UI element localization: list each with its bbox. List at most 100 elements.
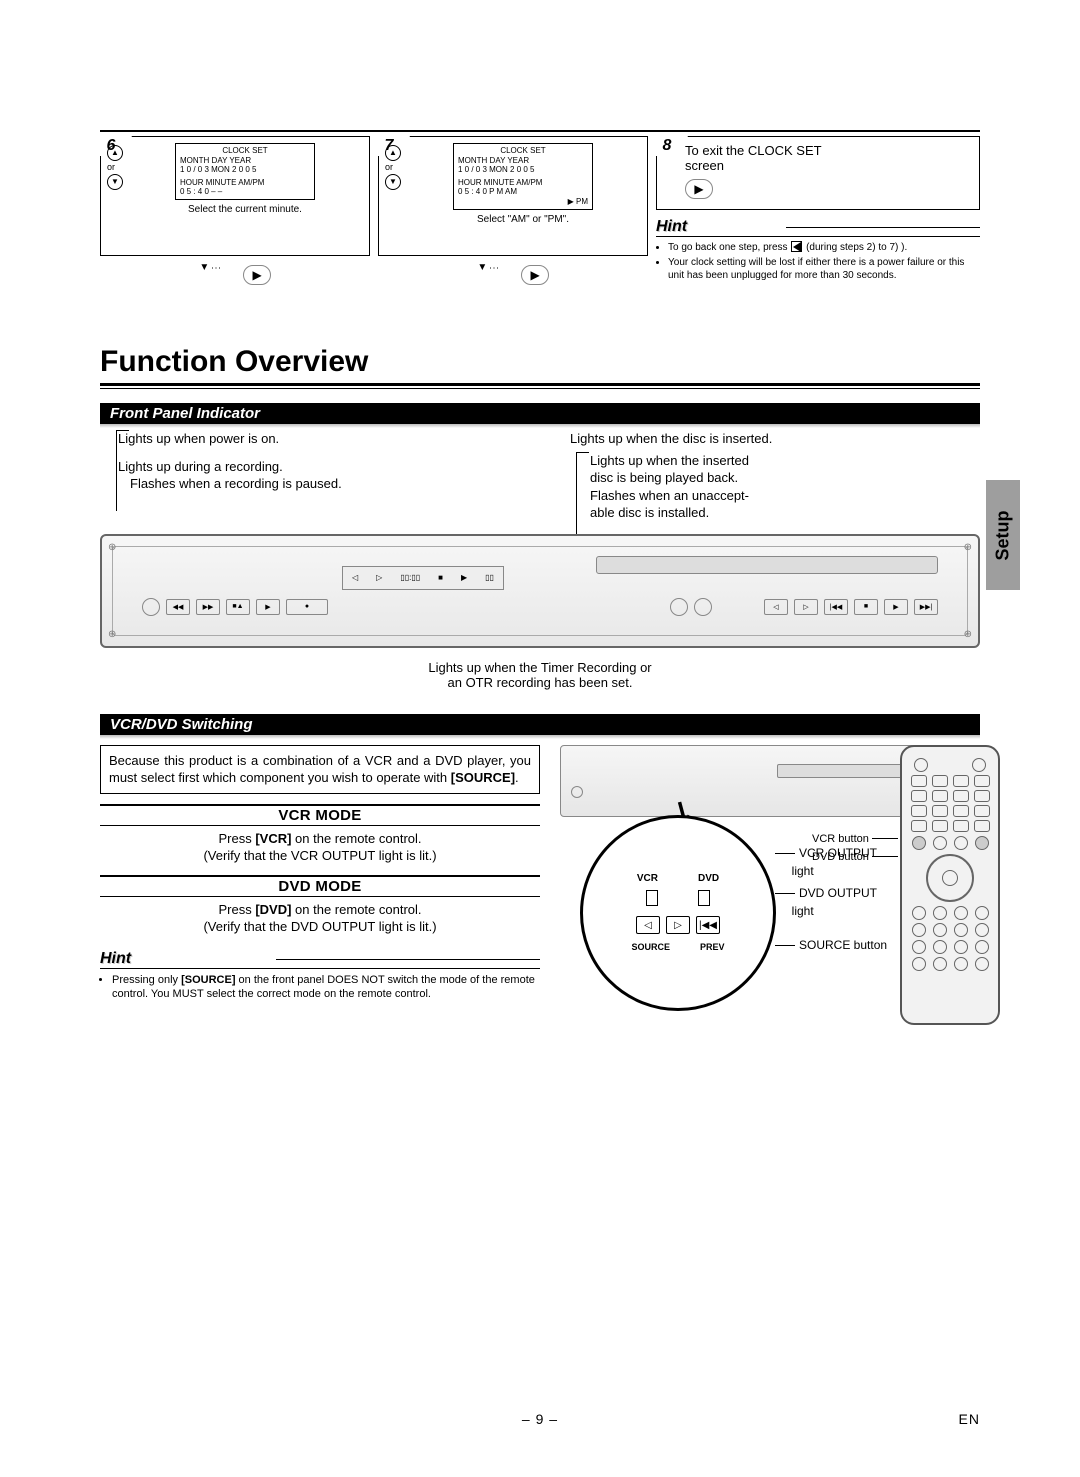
remote-button[interactable] [972, 758, 986, 772]
callout-vcr-button: VCR button [812, 833, 869, 845]
front-panel-heading-label: Front Panel Indicator [100, 403, 980, 424]
zoom-prev-button[interactable]: |◀◀ [696, 916, 720, 934]
up-arrow-icon[interactable]: ▲ [385, 145, 401, 161]
hint-item: Pressing only [SOURCE] on the front pane… [112, 973, 540, 1002]
remote-button[interactable] [974, 790, 990, 802]
remote-button[interactable] [933, 906, 947, 920]
right-hand-icon: ▶ [521, 265, 549, 285]
power-knob-icon[interactable] [142, 598, 160, 616]
remote-button[interactable] [975, 923, 989, 937]
next-button[interactable]: ▶▶| [914, 599, 938, 615]
remote-button[interactable] [911, 820, 927, 832]
step-6-col: 6 ▲ or ▼ CLOCK SET MONTH DAY YEAR 1 0 / … [100, 136, 370, 285]
indicator-right: Lights up when the disc is inserted. Lig… [560, 430, 980, 522]
txt: (Verify that the VCR OUTPUT light is lit… [203, 848, 436, 863]
remote-button[interactable] [974, 820, 990, 832]
page-number: – 9 – [522, 1411, 558, 1427]
remote-button[interactable] [933, 836, 947, 850]
remote-button[interactable] [953, 820, 969, 832]
record-button[interactable]: ● [286, 599, 328, 615]
switching-heading: VCR/DVD Switching [100, 714, 980, 735]
remote-button[interactable] [975, 906, 989, 920]
remote-button[interactable] [974, 775, 990, 787]
step-8-number: 8 [656, 136, 678, 156]
remote-button[interactable] [954, 940, 968, 954]
remote-button[interactable] [932, 805, 948, 817]
step-6: 6 ▲ or ▼ CLOCK SET MONTH DAY YEAR 1 0 / … [100, 136, 370, 256]
remote-vcr-button[interactable] [912, 836, 926, 850]
dvd-mode-body: Press [DVD] on the remote control. (Veri… [100, 901, 540, 936]
ffwd-button[interactable]: ▶ [256, 599, 280, 615]
txt: Pressing only [112, 974, 181, 986]
remote-button[interactable] [953, 790, 969, 802]
channel-knob-icon[interactable] [670, 598, 688, 616]
screen-line: 1 0 / 0 3 MON 2 0 0 5 [458, 165, 588, 175]
remote-nav-ring[interactable] [926, 854, 974, 902]
remote-button[interactable] [974, 805, 990, 817]
remote-button[interactable] [912, 940, 926, 954]
remote-dvd-button[interactable] [975, 836, 989, 850]
play-button[interactable]: ■ [854, 599, 878, 615]
remote-button[interactable] [954, 836, 968, 850]
remote-button[interactable] [912, 906, 926, 920]
ind-rec2: Flashes when a recording is paused. [130, 476, 342, 491]
remote-button[interactable] [933, 957, 947, 971]
zoom-right-button[interactable]: ▷ [666, 916, 690, 934]
indicator-left: Lights up when power is on. Lights up du… [100, 430, 540, 522]
remote-illustration: VCR button DVD button [900, 745, 1000, 1025]
stop-eject-button[interactable]: ■▲ [226, 599, 250, 615]
step-8: 8 To exit the CLOCK SET screen ▶ [656, 136, 980, 210]
remote-button[interactable] [911, 805, 927, 817]
remote-button[interactable] [911, 790, 927, 802]
zoom-dvd-label: DVD [698, 873, 719, 884]
remote-button[interactable] [954, 957, 968, 971]
stop-button[interactable]: |◀◀ [824, 599, 848, 615]
step-7-updown: ▲ or ▼ [385, 143, 401, 192]
step-7-screen: CLOCK SET MONTH DAY YEAR 1 0 / 0 3 MON 2… [453, 143, 593, 210]
step-6-updown: ▲ or ▼ [107, 143, 123, 192]
page-title: Function Overview [100, 345, 980, 379]
remote-button[interactable] [912, 957, 926, 971]
remote-button[interactable] [954, 906, 968, 920]
front-panel-buttons: ◀◀ ▶▶ ■▲ ▶ ● ◁ ▷ |◀◀ ■ ▶ ▶▶| [142, 596, 938, 618]
zoom-left-button[interactable]: ◁ [636, 916, 660, 934]
remote-button[interactable] [911, 775, 927, 787]
remote-button[interactable] [933, 940, 947, 954]
txt: on the remote control. [291, 902, 421, 917]
screen-title: CLOCK SET [458, 146, 588, 156]
ind-play1: Lights up when the inserted [590, 453, 749, 468]
channel-knob-icon[interactable] [694, 598, 712, 616]
rew-button[interactable]: ◀◀ [166, 599, 190, 615]
remote-button[interactable] [932, 790, 948, 802]
step-8-line: screen [685, 158, 724, 173]
remote-button[interactable] [912, 923, 926, 937]
remote-button[interactable] [953, 805, 969, 817]
switching-left: Because this product is a combination of… [100, 745, 540, 1004]
screen-line: HOUR MINUTE AM/PM [180, 178, 310, 188]
remote-button[interactable] [954, 923, 968, 937]
zoom-vcr-label: VCR [637, 873, 658, 884]
screen-line: HOUR MINUTE AM/PM [458, 178, 588, 188]
prev-button[interactable]: ▷ [794, 599, 818, 615]
down-arrow-icon[interactable]: ▼ [107, 174, 123, 190]
step-8-line: To exit the CLOCK SET [685, 143, 822, 158]
hint-1: Hint To go back one step, press (during … [656, 218, 980, 282]
next-button[interactable]: ▶ [884, 599, 908, 615]
remote-button[interactable] [975, 940, 989, 954]
remote-button[interactable] [914, 758, 928, 772]
ind-disc: Lights up when the disc is inserted. [570, 430, 980, 448]
remote-button[interactable] [932, 820, 948, 832]
front-panel-illustration: ⊕ ⊕ ⊕ ⊕ ◁▷▯▯:▯▯■▶▯▯ ◀◀ ▶▶ ■▲ ▶ ● ◁ ▷ |◀◀… [100, 534, 980, 648]
play-button[interactable]: ▶▶ [196, 599, 220, 615]
remote-button[interactable] [932, 775, 948, 787]
remote-button[interactable] [953, 775, 969, 787]
callout-dvd-output: DVD OUTPUT light [775, 886, 877, 918]
up-arrow-icon[interactable]: ▲ [107, 145, 123, 161]
source-button[interactable]: ◁ [764, 599, 788, 615]
screen-title: CLOCK SET [180, 146, 310, 156]
down-arrow-icon[interactable]: ▼ [385, 174, 401, 190]
remote-button[interactable] [933, 923, 947, 937]
or-label: or [107, 162, 115, 172]
remote-button[interactable] [975, 957, 989, 971]
zoom-circle: VCR DVD ◁ ▷ |◀◀ SOURCE PREV [580, 815, 776, 1011]
